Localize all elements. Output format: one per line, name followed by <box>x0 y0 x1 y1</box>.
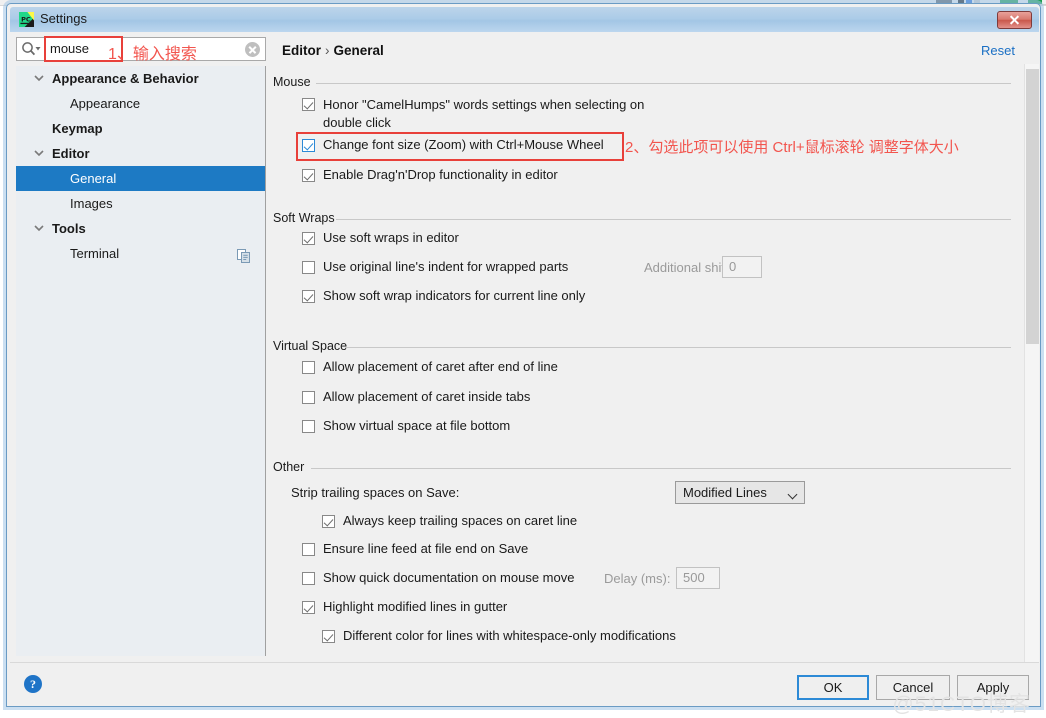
checkbox-input[interactable] <box>322 515 335 528</box>
delay-label: Delay (ms): <box>604 571 671 586</box>
sidebar-item-label: General <box>70 171 117 186</box>
sidebar-item-editor[interactable]: Editor <box>16 141 265 166</box>
group-title: Other <box>273 460 311 474</box>
checkbox-label: Show quick documentation on mouse move <box>323 570 575 585</box>
checkbox-input[interactable] <box>302 391 315 404</box>
svg-text:PC: PC <box>21 15 31 23</box>
checkbox-input[interactable] <box>302 98 315 111</box>
breadcrumb: Editor › General <box>282 43 384 58</box>
annotation-step-1: 1、输入搜索 <box>108 46 197 63</box>
sidebar-item-appearance[interactable]: Appearance <box>16 91 265 116</box>
checkbox-input[interactable] <box>302 543 315 556</box>
group-title: Mouse <box>273 75 317 89</box>
close-icon[interactable] <box>997 11 1032 29</box>
additional-shift-input[interactable]: 0 <box>722 256 762 278</box>
strip-trailing-spaces-label: Strip trailing spaces on Save: <box>291 485 460 500</box>
breadcrumb-separator: › <box>325 43 330 58</box>
checkbox-label: Allow placement of caret after end of li… <box>323 359 558 374</box>
delay-input[interactable]: 500 <box>676 567 720 589</box>
title-bar: PC Settings <box>10 7 1039 32</box>
sidebar-item-label: Terminal <box>70 246 120 261</box>
checkbox-input[interactable] <box>302 601 315 614</box>
sidebar-item-label: Images <box>70 196 113 211</box>
checkbox-label: Allow placement of caret inside tabs <box>323 389 531 404</box>
ok-button[interactable]: OK <box>797 675 869 700</box>
scrollbar-thumb[interactable] <box>1026 69 1039 344</box>
checkbox-label: Honor "CamelHumps" words settings when s… <box>323 97 645 130</box>
sidebar-item-label: Tools <box>52 221 86 236</box>
group-divider <box>345 347 1011 348</box>
sidebar-item-keymap[interactable]: Keymap <box>16 116 265 141</box>
sidebar-item-label: Appearance <box>70 96 141 111</box>
strip-trailing-spaces-value: Modified Lines <box>683 485 767 500</box>
checkbox-input[interactable] <box>302 290 315 303</box>
window-title: Settings <box>40 11 87 26</box>
help-icon[interactable]: ? <box>24 675 42 693</box>
vertical-scrollbar[interactable] <box>1024 64 1039 662</box>
chevron-down-icon[interactable] <box>32 141 46 166</box>
chevron-down-icon <box>787 489 798 500</box>
strip-trailing-spaces-select[interactable]: Modified Lines <box>675 481 805 504</box>
checkbox-label: Different color for lines with whitespac… <box>343 628 676 643</box>
chevron-down-icon[interactable] <box>32 66 46 91</box>
checkbox-input[interactable] <box>302 232 315 245</box>
checkbox-input[interactable] <box>302 572 315 585</box>
checkbox-label: Use original line's indent for wrapped p… <box>323 259 569 274</box>
annotation-step-2: 2、勾选此项可以使用 Ctrl+鼠标滚轮 调整字体大小 <box>625 139 959 156</box>
dialog-inner: PC Settings mouse 1、输入搜索 Appearance & Be… <box>10 7 1039 716</box>
settings-content: Editor › General Reset Mouse Honor "CamelH… <box>267 32 1039 662</box>
checkbox-label: Always keep trailing spaces on caret lin… <box>343 513 578 528</box>
checkbox-input[interactable] <box>322 630 335 643</box>
breadcrumb-root[interactable]: Editor <box>282 43 321 58</box>
help-glyph: ? <box>30 677 36 691</box>
checkbox-input[interactable] <box>302 169 315 182</box>
sidebar-item-images[interactable]: Images <box>16 191 265 216</box>
checkbox-label: Enable Drag'n'Drop functionality in edit… <box>323 167 558 182</box>
dialog-footer: ? OK Cancel Apply @51CTO博客 <box>10 662 1039 716</box>
sidebar-item-label: Editor <box>52 146 90 161</box>
dialog-body: 1、输入搜索 Appearance & Behavior Appearance … <box>10 32 1039 662</box>
additional-shift-label: Additional shift: <box>644 260 733 275</box>
group-divider <box>316 83 1011 84</box>
breadcrumb-leaf: General <box>333 43 384 58</box>
sidebar-item-tools[interactable]: Tools <box>16 216 265 241</box>
group-divider <box>336 219 1011 220</box>
sidebar-item-label: Keymap <box>52 121 103 136</box>
group-title: Virtual Space <box>273 339 354 353</box>
sidebar-item-terminal[interactable]: Terminal <box>16 241 265 266</box>
checkbox-input[interactable] <box>302 139 315 152</box>
group-divider <box>311 468 1011 469</box>
sidebar-item-appearance-behavior[interactable]: Appearance & Behavior <box>16 66 265 91</box>
checkbox-label: Use soft wraps in editor <box>323 230 459 245</box>
checkbox-label: Show virtual space at file bottom <box>323 418 511 433</box>
checkbox-input[interactable] <box>302 420 315 433</box>
checkbox-label: Change font size (Zoom) with Ctrl+Mouse … <box>323 137 604 152</box>
chevron-down-icon[interactable] <box>32 216 46 241</box>
reset-link[interactable]: Reset <box>981 43 1015 58</box>
sidebar-item-label: Appearance & Behavior <box>52 71 199 86</box>
checkbox-input[interactable] <box>302 261 315 274</box>
apply-button[interactable]: Apply <box>957 675 1029 700</box>
cancel-button[interactable]: Cancel <box>876 675 950 700</box>
desktop-background: PC Settings mouse 1、输入搜索 Appearance & Be… <box>0 0 1046 716</box>
copy-settings-icon[interactable] <box>237 246 251 263</box>
sidebar-item-general[interactable]: General <box>16 166 265 191</box>
group-title: Soft Wraps <box>273 211 341 225</box>
pycharm-icon: PC <box>19 12 34 27</box>
checkbox-input[interactable] <box>302 361 315 374</box>
search-icon[interactable] <box>21 41 43 57</box>
checkbox-label: Show soft wrap indicators for current li… <box>323 288 586 303</box>
settings-tree[interactable]: Appearance & Behavior Appearance Keymap … <box>16 66 266 656</box>
checkbox-label: Highlight modified lines in gutter <box>323 599 508 614</box>
settings-dialog: PC Settings mouse 1、输入搜索 Appearance & Be… <box>6 3 1041 716</box>
checkbox-label: Ensure line feed at file end on Save <box>323 541 529 556</box>
clear-icon[interactable] <box>245 42 260 57</box>
